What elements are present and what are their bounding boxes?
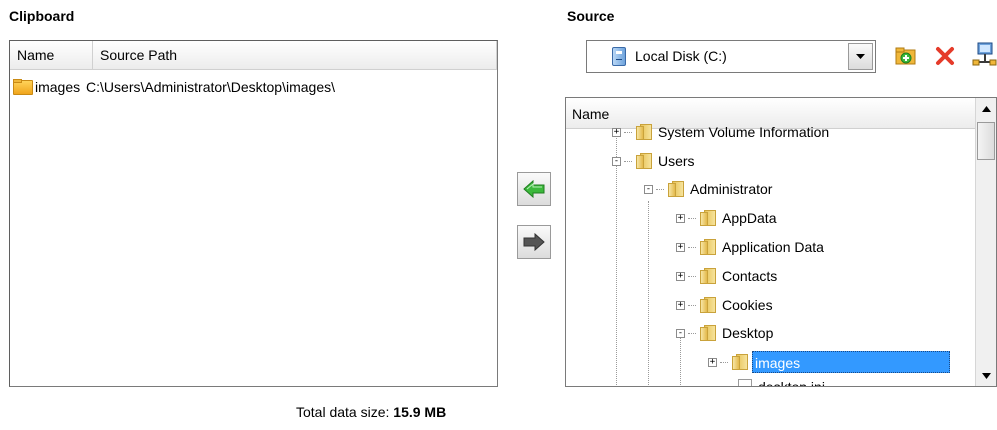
clipboard-item-name: images [35,79,81,95]
remove-from-clipboard-button[interactable] [517,225,551,259]
scroll-up-button[interactable] [976,98,996,119]
chevron-down-icon [981,372,991,379]
expand-icon[interactable]: + [676,300,685,310]
tree-node-label: AppData [722,210,777,226]
file-icon [738,379,752,386]
folder-icon [698,268,718,284]
folder-icon [634,153,654,169]
folder-icon [698,325,718,341]
expand-icon[interactable]: + [676,271,685,281]
tree-node-label: Desktop [722,325,774,341]
tree-node-label: Contacts [722,268,778,284]
folder-icon [730,354,750,370]
add-to-clipboard-button[interactable] [517,172,551,206]
tree-node-label: Application Data [722,239,824,255]
collapse-icon[interactable]: - [644,184,653,194]
chevron-up-icon [981,105,991,112]
collapse-icon[interactable]: - [676,328,685,338]
tree-line [648,201,649,386]
column-header-source-path[interactable]: Source Path [93,41,497,70]
expand-icon[interactable]: + [676,242,685,252]
folder-icon [13,79,33,95]
folder-icon [698,210,718,226]
tree-node[interactable]: - Users [612,150,699,172]
expand-icon[interactable]: + [676,213,685,223]
total-size-value: 15.9 MB [393,404,447,420]
folder-icon [698,297,718,313]
drive-label: Local Disk (C:) [635,48,727,64]
drive-select[interactable]: Local Disk (C:) [586,40,876,73]
folder-icon [666,181,686,197]
total-size: Total data size: 15.9 MB [296,404,446,420]
clipboard-row[interactable]: images C:\Users\Administrator\Desktop\im… [13,79,335,97]
source-tree[interactable]: Name + System Volume Information - Users… [565,97,997,387]
expand-icon[interactable]: + [612,127,621,137]
tree-node-label: System Volume Information [658,124,830,140]
chevron-down-icon [856,53,865,59]
tree-node[interactable]: + AppData [676,207,780,229]
tree-node[interactable]: + System Volume Information [612,121,833,143]
tree-node[interactable]: + Contacts [676,265,781,287]
tree-node[interactable]: + Cookies [676,294,777,316]
tree-node-label: Cookies [722,297,773,313]
delete-icon [936,47,954,65]
tree-node-selected[interactable]: + images [708,351,950,373]
tree-node-label: desktop.ini [758,379,825,387]
arrow-right-icon [523,233,545,251]
collapse-icon[interactable]: - [612,156,621,166]
tree-node[interactable]: - Desktop [676,322,777,344]
scroll-down-button[interactable] [976,365,996,386]
vertical-scrollbar[interactable] [975,98,996,386]
expand-icon[interactable]: + [708,357,717,367]
new-folder-button[interactable] [894,44,918,68]
total-size-label: Total data size: [296,404,390,420]
tree-node[interactable]: + Application Data [676,236,828,258]
clipboard-list[interactable]: Name Source Path images C:\Users\Adminis… [9,40,498,387]
column-header-name[interactable]: Name [10,41,93,70]
clipboard-title: Clipboard [9,8,75,24]
source-title: Source [567,8,615,24]
dropdown-button[interactable] [848,43,873,70]
clipboard-item-path: C:\Users\Administrator\Desktop\images\ [86,79,335,95]
folder-icon [634,124,654,140]
tree-node[interactable]: desktop.ini [738,376,829,387]
tree-node-label: Administrator [690,181,773,197]
tree-line [680,338,681,386]
delete-button[interactable] [934,45,956,67]
hard-disk-icon [612,47,626,66]
network-button[interactable] [972,40,997,70]
tree-node-label: images [752,351,950,373]
tree-node-label: Users [658,153,695,169]
folder-icon [698,239,718,255]
arrow-left-icon [523,180,545,198]
scroll-thumb[interactable] [977,122,995,160]
new-folder-icon [895,47,916,65]
tree-node[interactable]: - Administrator [644,178,776,200]
network-icon [972,42,997,66]
